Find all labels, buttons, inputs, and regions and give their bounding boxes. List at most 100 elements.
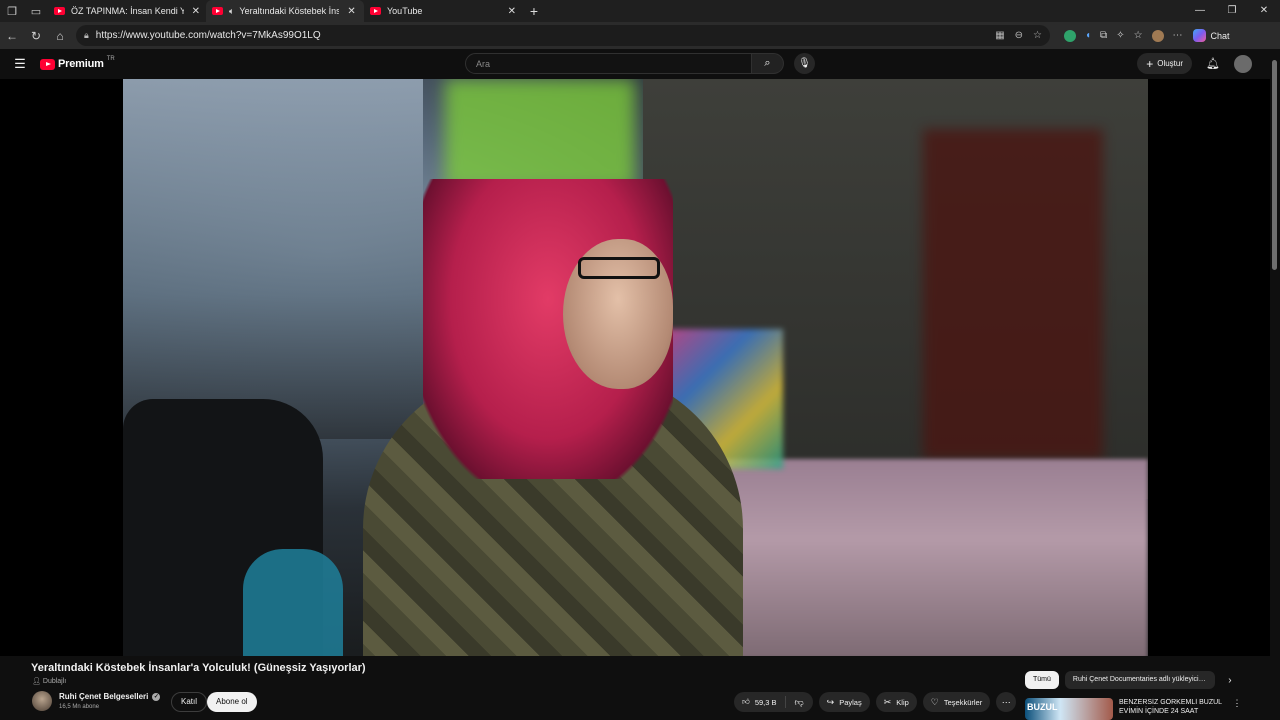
speaker-icon[interactable]: 🔈︎	[229, 6, 234, 17]
search-bar: Ara ⌕ 🎙︎	[465, 53, 815, 74]
like-button[interactable]: 👍︎ 59,3 B	[734, 696, 786, 708]
video-frame-wall	[123, 79, 423, 439]
browser-tab-3[interactable]: YouTube ✕	[364, 0, 522, 22]
dubbed-person-icon: 👤︎	[32, 678, 41, 685]
account-avatar[interactable]	[1234, 54, 1252, 73]
like-dislike-group: 👍︎ 59,3 B 👎︎	[734, 692, 813, 712]
masthead-actions: + Oluştur 🔔︎	[1137, 53, 1252, 74]
thumbs-down-icon: 👎︎	[794, 696, 804, 707]
verified-icon: ✓	[152, 692, 161, 701]
lock-icon[interactable]: 🔒︎	[84, 30, 89, 41]
close-icon[interactable]: ✕	[192, 6, 200, 17]
zoom-icon[interactable]: ⊖	[1015, 30, 1023, 41]
copilot-chat-button[interactable]: Chat	[1192, 29, 1230, 42]
dislike-button[interactable]: 👎︎	[786, 697, 813, 708]
tab-title: YouTube	[387, 6, 423, 16]
more-actions-button[interactable]: ⋯	[996, 692, 1017, 712]
search-input[interactable]: Ara	[465, 53, 752, 74]
browser-tab-1[interactable]: ÖZ TAPINMA: İnsan Kendi Yüzünden Nasıl ✕	[48, 0, 206, 22]
channel-avatar[interactable]	[32, 691, 52, 711]
share-button[interactable]: ↪ Paylaş	[818, 692, 870, 712]
close-icon[interactable]: ✕	[508, 6, 516, 17]
notifications-bell-icon[interactable]: 🔔︎	[1206, 57, 1220, 70]
join-button[interactable]: Katıl	[171, 692, 208, 712]
browser-toolbar: ← ↻ ⌂ 🔒︎ https://www.youtube.com/watch?v…	[0, 22, 1280, 49]
clip-label: Klip	[896, 697, 909, 707]
favorites-icon[interactable]: ☆	[1134, 30, 1143, 41]
video-title: Yeraltındaki Köstebek İnsanlar'a Yolculu…	[31, 662, 366, 674]
video-frame-glasses	[578, 257, 660, 279]
more-horizontal-icon: ⋯	[1001, 697, 1011, 707]
tab-actions-icon[interactable]: ▭	[24, 0, 48, 22]
thanks-button[interactable]: ♡ Teşekkürler	[922, 692, 991, 712]
read-aloud-icon[interactable]: ◖	[1085, 30, 1091, 41]
minimize-icon[interactable]: —	[1184, 0, 1216, 22]
close-window-icon[interactable]: ✕	[1248, 0, 1280, 22]
chevron-right-icon[interactable]: ›	[1221, 675, 1239, 686]
browser-tab-2[interactable]: 🔈︎ Yeraltındaki Köstebek İnsanlar'a Yolc…	[206, 0, 364, 22]
refresh-icon[interactable]: ↻	[24, 29, 48, 43]
voice-search-button[interactable]: 🎙︎	[794, 53, 815, 74]
browser-tab-strip: ❐ ▭ ÖZ TAPINMA: İnsan Kendi Yüzünden Nas…	[0, 0, 1280, 22]
chat-label: Chat	[1210, 30, 1230, 41]
youtube-premium-logo[interactable]: Premium TR	[40, 56, 115, 70]
video-player[interactable]	[123, 79, 1148, 656]
region-code: TR	[106, 56, 115, 62]
app-available-icon[interactable]: ▦	[995, 30, 1004, 41]
youtube-logo-icon	[40, 58, 55, 70]
channel-name: Ruhi Çenet Belgeselleri	[59, 692, 149, 701]
super-thanks-icon: ♡	[930, 696, 939, 707]
share-icon: ↪	[826, 696, 835, 707]
plus-icon: +	[1146, 56, 1154, 71]
youtube-favicon-icon	[212, 7, 223, 15]
dubbed-label: Dublajlı	[42, 677, 67, 685]
video-frame-red-cloth	[923, 129, 1103, 459]
thanks-label: Teşekkürler	[943, 697, 983, 707]
url-text: https://www.youtube.com/watch?v=7MkAs99O…	[95, 30, 321, 41]
workspaces-icon[interactable]: ❐	[0, 0, 24, 22]
restore-icon[interactable]: ❐	[1216, 0, 1248, 22]
video-actions: 👍︎ 59,3 B 👎︎ ↪ Paylaş ✂ Klip ♡ Teşekkürl…	[734, 692, 1017, 712]
video-frame-green-light	[445, 79, 635, 189]
copilot-icon	[1192, 29, 1206, 42]
home-icon[interactable]: ⌂	[48, 29, 72, 43]
clip-button[interactable]: ✂ Klip	[875, 692, 917, 712]
subscribe-button[interactable]: Abone ol	[207, 692, 257, 712]
recommendation-thumbnail[interactable]: BUZUL	[1025, 698, 1113, 720]
extension-shield-icon[interactable]	[1064, 29, 1076, 42]
extensions-icon[interactable]: ✧	[1116, 30, 1124, 41]
recommendation-item[interactable]: BUZUL BENZERSİZ GÖRKEMLİ BUZUL EVİMİN İÇ…	[1025, 698, 1243, 720]
extensions-area: ◖ ⧉ ✧ ☆ ⋯	[1064, 29, 1183, 42]
menu-icon[interactable]: ☰	[0, 56, 40, 72]
recommendation-filter-chips: Tümü Ruhi Çenet Documentaries adlı yükle…	[1025, 671, 1239, 689]
chip-all[interactable]: Tümü	[1025, 671, 1059, 689]
thumbs-up-icon: 👍︎	[742, 697, 750, 706]
youtube-favicon-icon	[54, 7, 65, 15]
close-icon[interactable]: ✕	[347, 6, 355, 17]
youtube-masthead: ☰ Premium TR Ara ⌕ 🎙︎ + Oluştur 🔔︎	[0, 49, 1280, 79]
create-label: Oluştur	[1157, 59, 1184, 68]
brand-text: Premium	[58, 58, 104, 70]
share-label: Paylaş	[839, 697, 862, 707]
back-icon[interactable]: ←	[0, 29, 24, 43]
more-vertical-icon[interactable]: ⋮	[1231, 698, 1243, 720]
channel-name-link[interactable]: Ruhi Çenet Belgeselleri ✓	[59, 692, 161, 701]
more-menu-icon[interactable]: ⋯	[1173, 30, 1183, 41]
chip-uploader[interactable]: Ruhi Çenet Documentaries adlı yükleyicid…	[1064, 671, 1215, 689]
address-bar[interactable]: 🔒︎ https://www.youtube.com/watch?v=7MkAs…	[76, 25, 1050, 46]
subscriber-count: 16,5 Mn abone	[59, 704, 100, 710]
youtube-favicon-icon	[370, 7, 381, 15]
split-screen-icon[interactable]: ⧉	[1100, 30, 1107, 41]
create-button[interactable]: + Oluştur	[1137, 53, 1193, 74]
search-button[interactable]: ⌕	[752, 53, 784, 74]
favorite-star-icon[interactable]: ☆	[1033, 30, 1042, 41]
tab-title: ÖZ TAPINMA: İnsan Kendi Yüzünden Nasıl	[71, 6, 184, 16]
page-scrollbar[interactable]	[1272, 60, 1277, 270]
new-tab-button[interactable]: +	[522, 3, 546, 19]
video-frame-teal-object	[243, 549, 343, 656]
tab-title: Yeraltındaki Köstebek İnsanlar'a Yolculu…	[239, 6, 340, 16]
window-controls: — ❐ ✕	[1184, 0, 1280, 22]
recommendation-title[interactable]: BENZERSİZ GÖRKEMLİ BUZUL EVİMİN İÇİNDE 2…	[1119, 698, 1225, 720]
search-icon: ⌕	[764, 57, 771, 69]
profile-avatar[interactable]	[1151, 29, 1164, 42]
